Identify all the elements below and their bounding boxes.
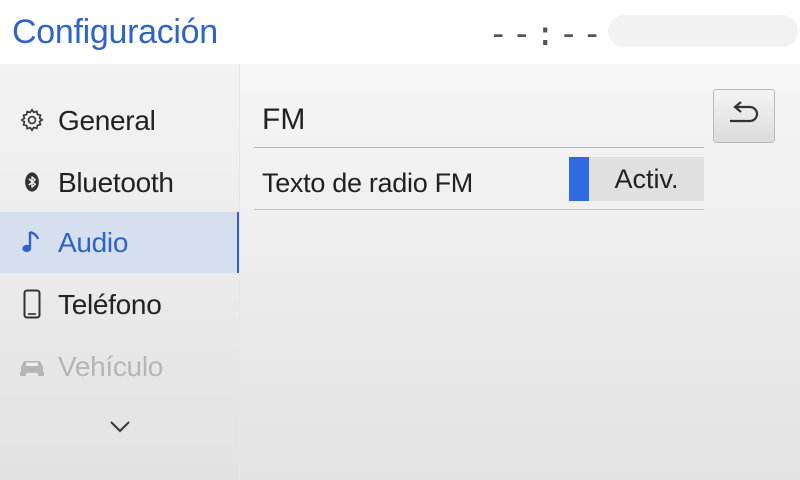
music-note-icon xyxy=(18,228,46,256)
sidebar-item-label: Bluetooth xyxy=(58,167,174,198)
header-bar: Configuración --:-- xyxy=(0,0,800,64)
setting-row-fm-radio-text: Texto de radio FM Activ. xyxy=(254,148,704,210)
status-area xyxy=(608,15,798,47)
sidebar-item-label: Audio xyxy=(58,227,129,258)
sidebar-item-audio[interactable]: Audio xyxy=(0,212,240,273)
divider xyxy=(254,209,704,210)
sidebar-item-label: Teléfono xyxy=(58,289,162,320)
back-arrow-icon xyxy=(726,100,762,132)
car-icon xyxy=(18,352,46,380)
fm-radio-text-toggle[interactable]: Activ. xyxy=(569,157,704,201)
phone-icon xyxy=(18,289,46,319)
sidebar: General Bluetooth Audio Teléfono Vehícul… xyxy=(0,64,240,480)
clock: --:-- xyxy=(488,14,606,54)
sidebar-item-telefono[interactable]: Teléfono xyxy=(0,274,240,335)
bluetooth-icon xyxy=(18,168,46,196)
setting-label: Texto de radio FM xyxy=(262,168,473,198)
back-button[interactable] xyxy=(713,89,775,143)
sidebar-item-label: Vehículo xyxy=(58,351,164,382)
toggle-indicator xyxy=(569,157,589,201)
sidebar-item-vehiculo: Vehículo xyxy=(0,336,240,397)
gear-icon xyxy=(18,106,46,134)
section-title: FM xyxy=(262,103,306,136)
page-title: Configuración xyxy=(12,13,218,51)
sidebar-item-bluetooth[interactable]: Bluetooth xyxy=(0,152,240,213)
chevron-down-icon[interactable] xyxy=(106,414,134,438)
toggle-state-label: Activ. xyxy=(589,157,704,201)
sidebar-item-general[interactable]: General xyxy=(0,90,240,151)
main-content: FM Texto de radio FM Activ. xyxy=(240,64,800,480)
sidebar-item-label: General xyxy=(58,105,156,136)
